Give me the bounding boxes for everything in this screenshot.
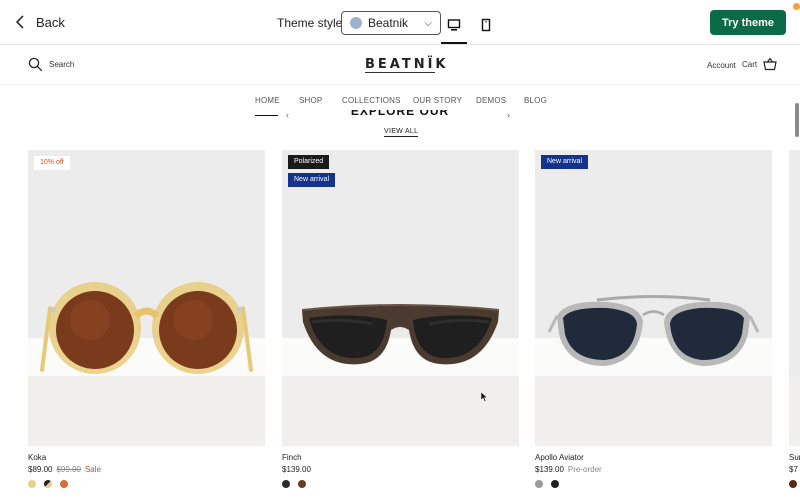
nav-item-shop[interactable]: SHOP (299, 96, 322, 105)
search-icon (28, 57, 43, 72)
chevron-down-icon: ⌵ (424, 17, 432, 29)
swatch-silver[interactable] (535, 480, 543, 488)
search-button[interactable]: Search (28, 57, 74, 72)
product-card-apollo-aviator[interactable]: New arrival Apollo Aviator $139.00 Pre-or… (535, 150, 772, 495)
product-price: $139.00 Pre-order (535, 465, 602, 474)
active-device-indicator (441, 42, 467, 44)
product-badge-discount: 10% off (34, 156, 70, 170)
price-current: $139.00 (282, 465, 311, 474)
nav-item-collections[interactable]: COLLECTIONS (342, 96, 401, 105)
product-price: $139.00 (282, 465, 311, 474)
nav-item-demos[interactable]: DEMOS (476, 96, 506, 105)
mouse-cursor-icon (481, 392, 488, 402)
product-badge-new: New arrival (288, 173, 336, 187)
swatch-black[interactable] (282, 480, 290, 488)
nav-item-blog[interactable]: BLOG (524, 96, 547, 105)
product-card-finch[interactable]: Polarized New arrival Finch $139.00 (282, 150, 519, 495)
product-name[interactable]: Apollo Aviator (535, 453, 584, 462)
sale-label: Sale (84, 465, 101, 474)
store-header: Search BEATNÏK Account Cart (0, 45, 800, 85)
swatch-tortoise[interactable] (60, 480, 68, 488)
price-compare: $99.00 (56, 465, 81, 474)
desktop-icon (447, 19, 461, 31)
product-card-koka[interactable]: 10% off Koka $89.00 $99.00 Sale (28, 150, 265, 495)
product-badge-polarized: Polarized (288, 155, 330, 169)
preorder-label: Pre-order (567, 465, 602, 474)
product-card-partial[interactable]: Sun $7 (789, 150, 800, 495)
scrollbar-thumb[interactable] (795, 103, 799, 137)
product-image[interactable]: 10% off (28, 150, 265, 446)
display-table (789, 376, 800, 446)
carousel-next-arrow[interactable]: › (507, 110, 510, 120)
theme-style-select[interactable]: Beatnik ⌵ (341, 11, 441, 35)
swatch-brown[interactable] (298, 480, 306, 488)
product-image[interactable] (789, 150, 800, 446)
nav-item-our-story[interactable]: OUR STORY (413, 96, 462, 105)
desktop-view-button[interactable] (441, 12, 467, 38)
try-theme-button[interactable]: Try theme (710, 10, 786, 35)
nav-item-home[interactable]: HOME (255, 96, 280, 105)
chevron-left-icon (15, 15, 24, 29)
carousel-prev-arrow[interactable]: ‹ (286, 110, 289, 120)
product-name[interactable]: Koka (28, 453, 46, 462)
active-nav-indicator (255, 115, 278, 116)
swatch-honey[interactable] (28, 480, 36, 488)
cart-icon (763, 57, 777, 71)
swatch-black[interactable] (551, 480, 559, 488)
mobile-icon (481, 18, 491, 32)
theme-styles-label: Theme styles (277, 16, 349, 30)
product-name[interactable]: Finch (282, 453, 302, 462)
account-link[interactable]: Account (707, 61, 736, 70)
color-swatches (28, 480, 68, 488)
product-price: $89.00 $99.00 Sale (28, 465, 101, 474)
product-price: $7 (789, 465, 798, 474)
price-current: $89.00 (28, 465, 53, 474)
theme-preview-toolbar: Back Theme styles Beatnik ⌵ Try theme (0, 0, 800, 45)
search-label: Search (49, 60, 75, 69)
view-all-link[interactable]: VIEW ALL (384, 128, 419, 137)
swatch-black-gold[interactable] (44, 480, 52, 488)
back-label: Back (36, 14, 65, 30)
mobile-view-button[interactable] (473, 12, 499, 38)
color-swatches (789, 480, 797, 488)
section-title-text: EXPLORE OUR BESTSELLERS (350, 110, 450, 118)
product-badge-new: New arrival (541, 155, 589, 169)
notification-dot (793, 3, 800, 10)
back-button[interactable]: Back (14, 10, 65, 34)
aviator-sunglasses-image (547, 295, 760, 366)
product-name[interactable]: Sun (789, 453, 800, 462)
product-image[interactable]: New arrival (535, 150, 772, 446)
section-title: EXPLORE OUR BESTSELLERS (300, 110, 500, 118)
round-sunglasses-image (40, 282, 253, 374)
color-swatches (535, 480, 559, 488)
theme-style-value: Beatnik (368, 16, 409, 30)
style-color-swatch (350, 17, 362, 29)
logo-underline (365, 72, 435, 73)
swatch-brown[interactable] (789, 480, 797, 488)
cart-label: Cart (742, 59, 758, 69)
price-current: $139.00 (535, 465, 564, 474)
color-swatches (282, 480, 306, 488)
cart-button[interactable]: Cart (742, 57, 777, 71)
store-logo[interactable]: BEATNÏK (365, 57, 446, 72)
